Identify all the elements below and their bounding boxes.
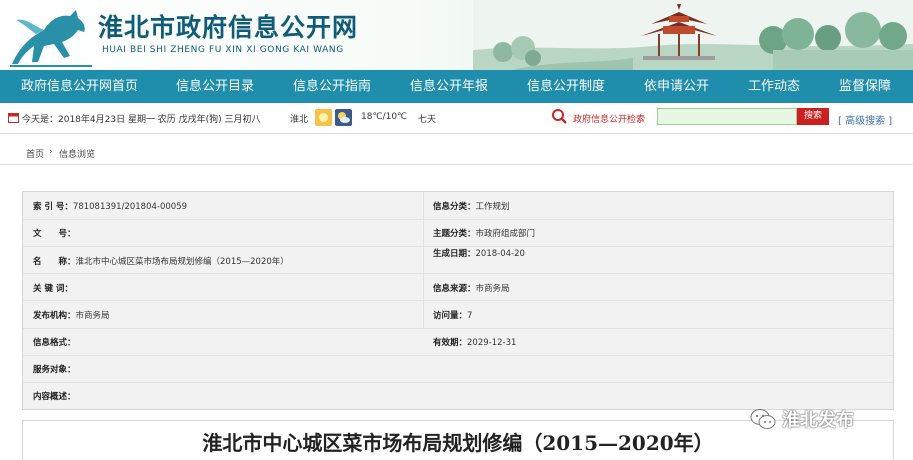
breadcrumb-current: 信息浏览 (59, 150, 96, 160)
publisher-field: 发布机构：市商务局 (33, 309, 110, 321)
topic-value: 市政府组成部门 (475, 229, 536, 239)
row-divider (23, 273, 893, 274)
wechat-watermark: 淮北发布 (750, 404, 854, 434)
publisher-label: 发布机构： (33, 311, 76, 321)
nav-item-news[interactable]: 工作动态 (748, 70, 800, 103)
category-field: 信息分类：工作规划 (433, 200, 510, 212)
keywords-field: 关 键 词： (33, 282, 73, 294)
horse-logo-icon (10, 10, 92, 67)
index-number-label: 索 引 号： (33, 202, 73, 212)
expiry-field: 有效期：2029-12-31 (433, 336, 516, 348)
calendar-icon (8, 113, 19, 123)
visits-label: 访问量： (433, 311, 468, 321)
site-subtitle: HUAI BEI SHI ZHENG FU XIN XI GONG KAI WA… (102, 45, 344, 55)
index-number-field: 索 引 号：781081391/201804-00059 (33, 200, 187, 212)
source-label: 信息来源： (433, 284, 476, 294)
search-label: 政府信息公开检索 (573, 115, 646, 125)
today-date: 今天是：2018年4月23日 星期一 农历 戊戌年(狗) 三月初八 (22, 115, 261, 125)
document-number-label: 文 号： (33, 229, 76, 239)
format-field: 信息格式： (33, 336, 76, 348)
source-value: 市商务局 (475, 284, 510, 294)
document-metadata-table: 索 引 号：781081391/201804-00059 信息分类：工作规划 文… (22, 191, 894, 410)
main-nav: 政府信息公开网首页 信息公开目录 信息公开指南 信息公开年报 信息公开制度 依申… (0, 70, 913, 103)
summary-field: 内容概述： (33, 390, 76, 402)
created-date-field: 生成日期：2018-04-20 (433, 247, 525, 259)
nav-item-guide[interactable]: 信息公开指南 (293, 70, 371, 103)
search-input[interactable] (657, 108, 797, 125)
expiry-label: 有效期： (433, 338, 468, 348)
watermark-text: 淮北发布 (782, 410, 854, 431)
name-value: 淮北市中心城区菜市场布局规划修编（2015—2020年） (75, 257, 289, 267)
category-label: 信息分类： (433, 202, 476, 212)
expiry-value: 2029-12-31 (467, 338, 517, 348)
publisher-value: 市商务局 (75, 311, 110, 321)
nav-item-supervision[interactable]: 监督保障 (839, 70, 891, 103)
keywords-label: 关 键 词： (33, 284, 73, 294)
topic-label: 主题分类： (433, 229, 476, 239)
search-button[interactable]: 搜索 (797, 108, 829, 125)
site-header: 淮北市政府信息公开网 HUAI BEI SHI ZHENG FU XIN XI … (0, 0, 913, 70)
cloudy-night-icon (335, 109, 352, 126)
nav-item-request[interactable]: 依申请公开 (644, 70, 709, 103)
row-divider (23, 382, 893, 383)
format-label: 信息格式： (33, 338, 76, 348)
wechat-icon (750, 409, 776, 429)
weather-temperature: 18℃/10℃ (361, 112, 408, 122)
summary-label: 内容概述： (33, 392, 76, 402)
weather-city: 淮北 (290, 115, 309, 125)
row-divider (23, 219, 893, 220)
pavilion-illustration-icon (473, 0, 913, 70)
nav-item-catalog[interactable]: 信息公开目录 (176, 70, 254, 103)
breadcrumb-home[interactable]: 首页 (26, 147, 44, 160)
nav-item-annual-report[interactable]: 信息公开年报 (410, 70, 488, 103)
sunny-icon (315, 109, 332, 126)
row-divider (23, 300, 893, 301)
search-icon (552, 109, 567, 124)
nav-item-home[interactable]: 政府信息公开网首页 (21, 70, 138, 103)
name-field: 名 称：淮北市中心城区菜市场布局规划修编（2015—2020年） (33, 255, 289, 267)
service-target-label: 服务对象： (33, 365, 76, 375)
service-target-field: 服务对象： (33, 363, 76, 375)
document-number-field: 文 号： (33, 227, 76, 239)
created-date-value: 2018-04-20 (475, 249, 525, 259)
row-divider (23, 328, 893, 329)
index-number-value: 781081391/201804-00059 (72, 202, 188, 212)
breadcrumb-separator: › (49, 147, 53, 157)
source-field: 信息来源：市商务局 (433, 282, 510, 294)
category-value: 工作规划 (475, 202, 510, 212)
weather-forecast-link[interactable]: 七天 (418, 112, 436, 125)
advanced-search-link[interactable]: [ 高级搜索 ] (838, 112, 892, 127)
site-title: 淮北市政府信息公开网 (98, 13, 359, 42)
visits-field: 访问量：7 (433, 309, 472, 321)
name-label: 名 称： (33, 257, 76, 267)
column-divider (423, 192, 424, 328)
created-date-label: 生成日期： (433, 249, 476, 259)
breadcrumb: 首页 › 信息浏览 (0, 144, 913, 165)
nav-item-rules[interactable]: 信息公开制度 (527, 70, 605, 103)
visits-value: 7 (467, 311, 473, 321)
row-divider (23, 355, 893, 356)
topic-field: 主题分类：市政府组成部门 (433, 227, 535, 239)
